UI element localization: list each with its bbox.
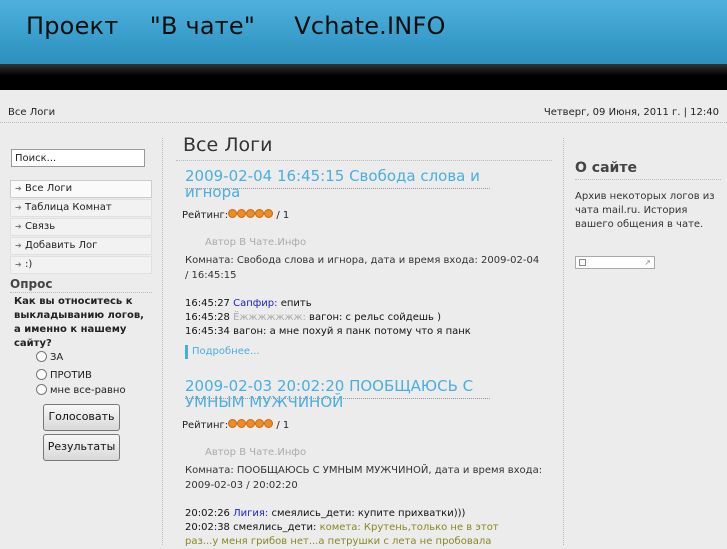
- radio-icon[interactable]: [36, 350, 47, 362]
- divider: [575, 179, 721, 180]
- chat-text: смеялись_дети: купите прихватки))): [271, 508, 466, 519]
- chat-time: 16:45:27: [185, 298, 230, 309]
- radio-icon[interactable]: [36, 383, 47, 395]
- post-meta: Комната: ПООБЩАЮСЬ С УМНЫМ МУЖЧИНОЙ, дат…: [185, 465, 543, 491]
- poll-question: Как вы относитесь к выкладыванию логов, …: [14, 296, 144, 349]
- divider: [185, 188, 490, 189]
- resize-arrow-icon: ↗: [644, 258, 651, 267]
- chat-time: 20:02:38: [185, 522, 230, 533]
- post-title-link[interactable]: 2009-02-04 16:45:15 Свобода слова и игно…: [185, 168, 505, 200]
- page-title: Все Логи: [183, 134, 273, 156]
- menu-item-smile[interactable]: ➔:): [10, 256, 152, 274]
- menu-arrow-icon: ➔: [15, 241, 22, 250]
- menu-arrow-icon: ➔: [15, 260, 22, 269]
- rating-stars[interactable]: [228, 419, 274, 431]
- menu-arrow-icon: ➔: [15, 222, 22, 231]
- rating-star-icon[interactable]: [228, 419, 238, 428]
- read-more-link[interactable]: Подробнее...: [185, 345, 260, 359]
- rating-star-icon[interactable]: [264, 209, 274, 218]
- chat-line: 20:02:38 смеялись_дети: комета: Крутень,…: [185, 521, 545, 535]
- results-button[interactable]: Результаты: [43, 434, 120, 461]
- poll-option-for[interactable]: ЗА: [36, 350, 64, 365]
- menu-item-label: Добавить Лог: [25, 240, 98, 251]
- divider: [185, 398, 490, 399]
- post-rating: Рейтинг: / 1: [182, 419, 289, 431]
- rating-star-icon[interactable]: [237, 419, 247, 428]
- chat-text: вагон: с рельс сойдешь ): [309, 312, 441, 323]
- breadcrumb: Все Логи: [8, 107, 56, 118]
- rating-label: Рейтинг:: [182, 210, 229, 221]
- header-black-bar: [0, 64, 727, 90]
- site-header: Проект "В чате" Vchate.INFO: [0, 0, 727, 64]
- chat-line: 20:02:26 Лигия: смеялись_дети: купите пр…: [185, 507, 545, 521]
- counter-widget[interactable]: ↗: [575, 256, 655, 269]
- divider: [0, 122, 727, 123]
- poll-option-against[interactable]: ПРОТИВ: [36, 368, 92, 383]
- poll-option-label: ПРОТИВ: [50, 370, 92, 381]
- poll-title: Опрос: [10, 277, 53, 291]
- divider: [10, 292, 152, 293]
- menu-arrow-icon: ➔: [15, 184, 22, 193]
- post-meta: Комната: Свобода слова и игнора, дата и …: [185, 255, 540, 281]
- chat-text: а мне похуй я панк потому что я панк: [269, 326, 471, 337]
- vote-button[interactable]: Голосовать: [43, 404, 120, 431]
- rating-star-icon[interactable]: [246, 209, 256, 218]
- post-title-link[interactable]: 2009-02-03 20:02:20 ПООБЩАЮСЬ С УМНЫМ МУ…: [185, 378, 505, 410]
- chat-line: раз...у меня грибов нет...а петрушки с л…: [185, 535, 545, 549]
- site-title[interactable]: Проект "В чате" Vchate.INFO: [26, 12, 446, 40]
- chat-line: 16:45:34 вагон: а мне похуй я панк потом…: [185, 325, 545, 339]
- post-author: Автор В Чате.Инфо: [205, 237, 307, 248]
- poll-option-label: ЗА: [50, 352, 64, 363]
- current-datetime: Четверг, 09 Июня, 2011 г. | 12:40: [543, 107, 719, 118]
- rating-star-icon[interactable]: [255, 209, 265, 218]
- menu-arrow-icon: ➔: [15, 203, 22, 212]
- chat-line: 16:45:27 Сапфир: епить: [185, 297, 545, 311]
- chat-time: 16:45:28: [185, 312, 230, 323]
- menu-item-label: Связь: [25, 221, 56, 232]
- small-square-icon: [579, 259, 586, 266]
- main-menu: ➔ Все Логи ➔ Таблица Комнат ➔ Связь ➔ Добави…: [10, 180, 152, 275]
- search-input[interactable]: [11, 149, 145, 167]
- rating-star-icon[interactable]: [228, 209, 238, 218]
- post-author: Автор В Чате.Инфо: [205, 447, 307, 458]
- chat-text: раз...у меня грибов нет...а петрушки с л…: [185, 536, 492, 547]
- chat-nick: Сапфир:: [233, 298, 278, 309]
- menu-item-add-log[interactable]: ➔ Добавить Лог: [10, 237, 152, 255]
- rating-star-icon[interactable]: [255, 419, 265, 428]
- radio-icon[interactable]: [36, 368, 47, 380]
- divider: [176, 160, 552, 161]
- poll-option-label: мне все-равно: [50, 385, 126, 396]
- chat-time: 20:02:26: [185, 508, 230, 519]
- chat-line: 16:45:28 Ёжжжжжжж: вагон: с рельс сойдеш…: [185, 311, 545, 325]
- rating-value: / 1: [276, 420, 290, 431]
- rating-label: Рейтинг:: [182, 420, 229, 431]
- rating-star-icon[interactable]: [246, 419, 256, 428]
- chat-time: 16:45:34: [185, 326, 230, 337]
- about-text: Архив некоторых логов из чата mail.ru. И…: [575, 191, 715, 230]
- menu-item-label: Таблица Комнат: [25, 202, 112, 213]
- chat-nick: Лигия:: [233, 508, 269, 519]
- chat-text: комета: Крутень,только не в этот: [319, 522, 499, 533]
- chat-nick: вагон:: [233, 326, 267, 337]
- divider: [563, 138, 564, 545]
- chat-nick: Ёжжжжжжж:: [233, 312, 306, 323]
- menu-item-all-logs[interactable]: ➔ Все Логи: [10, 180, 152, 198]
- post-rating: Рейтинг: / 1: [182, 209, 289, 221]
- rating-star-icon[interactable]: [237, 209, 247, 218]
- menu-item-contact[interactable]: ➔ Связь: [10, 218, 152, 236]
- menu-item-rooms-table[interactable]: ➔ Таблица Комнат: [10, 199, 152, 217]
- chat-text: епить: [280, 298, 312, 309]
- rating-stars[interactable]: [228, 209, 274, 221]
- poll-option-indifferent[interactable]: мне все-равно: [36, 383, 126, 398]
- topbar: Все Логи Четверг, 09 Июня, 2011 г. | 12:…: [0, 102, 727, 122]
- menu-item-label: Все Логи: [25, 183, 73, 194]
- rating-star-icon[interactable]: [264, 419, 274, 428]
- menu-item-label: :): [25, 259, 33, 270]
- divider: [162, 138, 163, 545]
- chat-nick: смеялись_дети:: [233, 522, 317, 533]
- rating-value: / 1: [276, 210, 290, 221]
- about-title: О сайте: [575, 160, 637, 176]
